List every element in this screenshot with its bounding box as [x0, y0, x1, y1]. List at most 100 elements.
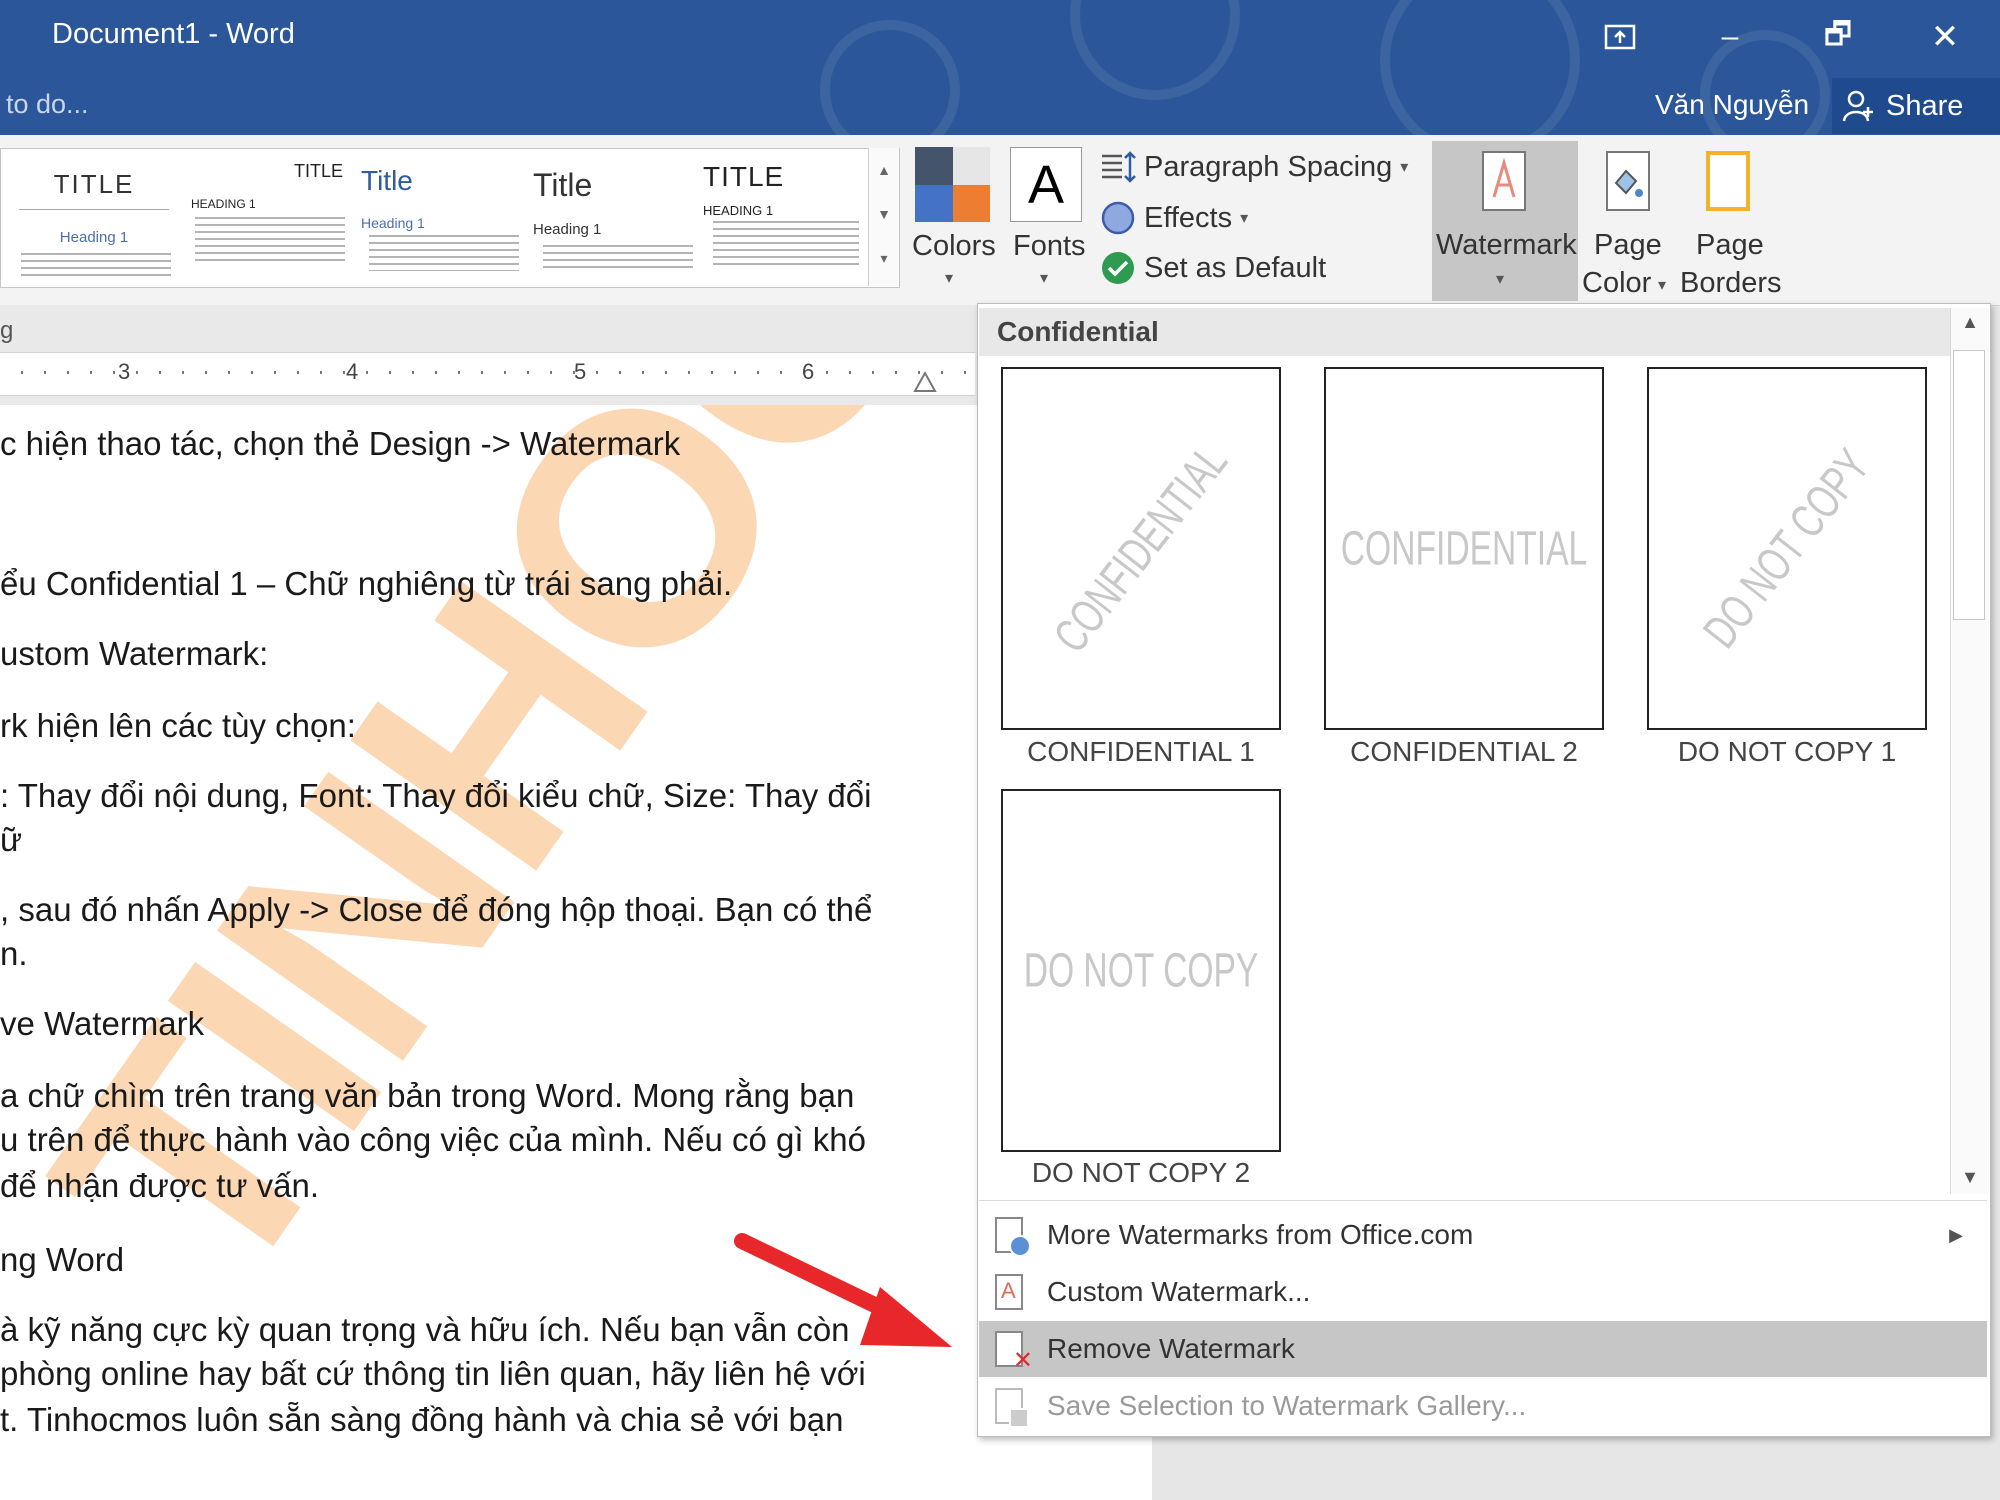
style-title-text: Title	[533, 167, 593, 203]
custom-watermark-item[interactable]: A Custom Watermark...	[979, 1264, 1987, 1320]
colors-dropdown-icon[interactable]: ▾	[945, 268, 953, 288]
colors-icon[interactable]	[915, 147, 990, 222]
page-color-label-1: Page	[1594, 229, 1662, 261]
more-watermarks-item[interactable]: More Watermarks from Office.com ▶	[979, 1207, 1987, 1263]
gallery-scrollbar[interactable]: ▲ ▼ ▾	[868, 148, 899, 286]
style-heading-text: Heading 1	[59, 229, 129, 246]
paragraph-spacing-label: Paragraph Spacing	[1144, 150, 1393, 183]
doc-paragraph: à kỹ năng cực kỳ quan trọng và hữu ích. …	[0, 1311, 850, 1348]
doc-paragraph: t. Tinhocmos luôn sẵn sàng đồng hành và …	[0, 1401, 844, 1438]
doc-paragraph: ểu Confidential 1 – Chữ nghiêng từ trái …	[0, 565, 733, 602]
style-set-thumb[interactable]: TITLE HEADING 1	[183, 149, 353, 287]
style-set-thumb[interactable]: Title Heading 1	[531, 149, 701, 287]
watermark-button[interactable]: Watermark ▾	[1432, 141, 1578, 301]
ribbon-display-icon	[1604, 24, 1636, 50]
red-arrow-icon	[734, 1233, 952, 1347]
right-indent-marker-icon[interactable]	[912, 363, 938, 393]
page-color-icon	[1606, 151, 1650, 211]
user-name[interactable]: Văn Nguyễn	[1655, 89, 1809, 121]
watermark-dropdown-icon: ▾	[1496, 271, 1505, 288]
watermark-preview-text: CONFIDENTIAL	[1340, 522, 1588, 575]
save-to-gallery-item[interactable]: Save Selection to Watermark Gallery...	[979, 1378, 1987, 1434]
office-watermark-icon	[989, 1215, 1031, 1257]
fonts-icon[interactable]: A	[1010, 147, 1082, 222]
submenu-arrow-icon: ▶	[1949, 1224, 1963, 1245]
page-color-label-2: Color	[1582, 267, 1652, 299]
gallery-up-icon[interactable]: ▲	[869, 148, 899, 192]
style-heading-text: HEADING 1	[703, 203, 774, 218]
watermark-tile-confidential-1[interactable]: CONFIDENTIAL	[1001, 367, 1281, 730]
doc-paragraph: a chữ chìm trên trang văn bản trong Word…	[0, 1077, 855, 1114]
effects-label: Effects	[1144, 201, 1233, 234]
watermark-tile-confidential-2[interactable]: CONFIDENTIAL	[1324, 367, 1604, 730]
set-as-default-label: Set as Default	[1144, 251, 1327, 284]
page-color-dropdown-icon: ▾	[1658, 277, 1667, 294]
doc-paragraph: ữ	[0, 821, 23, 858]
page-borders-label-1: Page	[1696, 229, 1764, 261]
doc-paragraph: u trên để thực hành vào công việc của mì…	[0, 1121, 866, 1158]
doc-paragraph: c hiện thao tác, chọn thẻ Design -> Wate…	[0, 425, 681, 462]
page-borders-icon	[1706, 151, 1750, 211]
ruler-number: 5	[574, 359, 587, 384]
doc-paragraph: , sau đó nhấn Apply -> Close để đóng hộp…	[0, 891, 873, 928]
custom-watermark-icon: A	[989, 1272, 1029, 1312]
style-set-thumb[interactable]: Title Heading 1	[357, 149, 527, 287]
style-set-thumb[interactable]: TITLE HEADING 1	[701, 149, 867, 287]
remove-watermark-item[interactable]: ✕ Remove Watermark	[979, 1321, 1987, 1377]
doc-paragraph: n.	[0, 935, 28, 972]
watermark-caption: CONFIDENTIAL 2	[1350, 736, 1578, 767]
set-as-default-button[interactable]: Set as Default	[1100, 250, 1326, 286]
save-to-gallery-label: Save Selection to Watermark Gallery...	[1047, 1390, 1527, 1421]
watermark-label: Watermark	[1436, 229, 1577, 261]
fonts-dropdown-icon[interactable]: ▾	[1040, 268, 1048, 288]
share-button[interactable]: Share	[1832, 78, 2000, 134]
watermark-preview-text: CONFIDENTIAL	[1044, 435, 1238, 662]
colors-button[interactable]: Colors	[912, 230, 996, 263]
gallery-down-icon[interactable]: ▼	[869, 192, 899, 236]
watermark-tile-do-not-copy-1[interactable]: DO NOT COPY	[1647, 367, 1927, 730]
paragraph-spacing-icon	[1102, 151, 1136, 183]
horizontal-ruler[interactable]: 3 4 5 6	[0, 352, 975, 396]
paragraph-spacing-button[interactable]: Paragraph Spacing ▾	[1100, 150, 1408, 184]
gallery-section-header: Confidential	[979, 308, 1950, 356]
ruler-number: 3	[118, 359, 131, 384]
page-borders-button[interactable]: Page Borders	[1676, 141, 1782, 301]
more-watermarks-label: More Watermarks from Office.com	[1047, 1219, 1474, 1250]
remove-watermark-label: Remove Watermark	[1047, 1333, 1295, 1364]
effects-dropdown-icon: ▾	[1240, 210, 1249, 227]
watermark-preview-text: DO NOT COPY	[1023, 944, 1259, 997]
close-button[interactable]: ✕	[1915, 14, 1975, 60]
window-title: Document1 - Word	[52, 18, 295, 50]
style-title-text: Title	[361, 165, 413, 196]
fonts-button[interactable]: Fonts	[1013, 230, 1086, 263]
style-title-text: TITLE	[293, 161, 343, 181]
style-title-text: TITLE	[703, 161, 785, 192]
doc-paragraph: ustom Watermark:	[0, 635, 269, 672]
ruler-number: 4	[346, 359, 359, 384]
scroll-up-icon[interactable]: ▲	[1951, 312, 1989, 333]
restore-button[interactable]: 🗗	[1808, 14, 1868, 60]
style-heading-text: HEADING 1	[191, 197, 256, 211]
scroll-thumb[interactable]	[1953, 350, 1985, 620]
effects-button[interactable]: Effects ▾	[1100, 200, 1248, 236]
style-heading-text: Heading 1	[361, 215, 425, 231]
doc-paragraph: rk hiện lên các tùy chọn:	[0, 707, 356, 744]
style-title-text: TITLE	[53, 169, 135, 199]
doc-heading: ng Word	[0, 1241, 125, 1278]
style-set-thumb[interactable]: TITLE Heading 1	[9, 149, 179, 287]
scroll-down-icon[interactable]: ▼	[1951, 1167, 1989, 1188]
style-heading-text: Heading 1	[533, 221, 602, 238]
minimize-button[interactable]: –	[1700, 14, 1760, 60]
ribbon-display-options-button[interactable]	[1590, 14, 1650, 60]
watermark-caption: DO NOT COPY 1	[1677, 736, 1897, 767]
gallery-more-icon[interactable]: ▾	[869, 236, 899, 280]
doc-paragraph: : Thay đổi nội dung, Font: Thay đổi kiểu…	[0, 777, 872, 814]
remove-watermark-icon: ✕	[989, 1329, 1033, 1374]
tell-me-box[interactable]: to do...	[6, 89, 89, 120]
person-icon	[1842, 90, 1873, 122]
watermark-caption: CONFIDENTIAL 1	[1027, 736, 1255, 767]
watermark-tile-do-not-copy-2[interactable]: DO NOT COPY	[1001, 789, 1281, 1152]
page-color-button[interactable]: Page Color ▾	[1580, 141, 1675, 301]
watermark-icon	[1482, 151, 1526, 211]
style-set-gallery[interactable]: TITLE Heading 1 TITLE HEADING 1 Title He…	[0, 148, 900, 288]
